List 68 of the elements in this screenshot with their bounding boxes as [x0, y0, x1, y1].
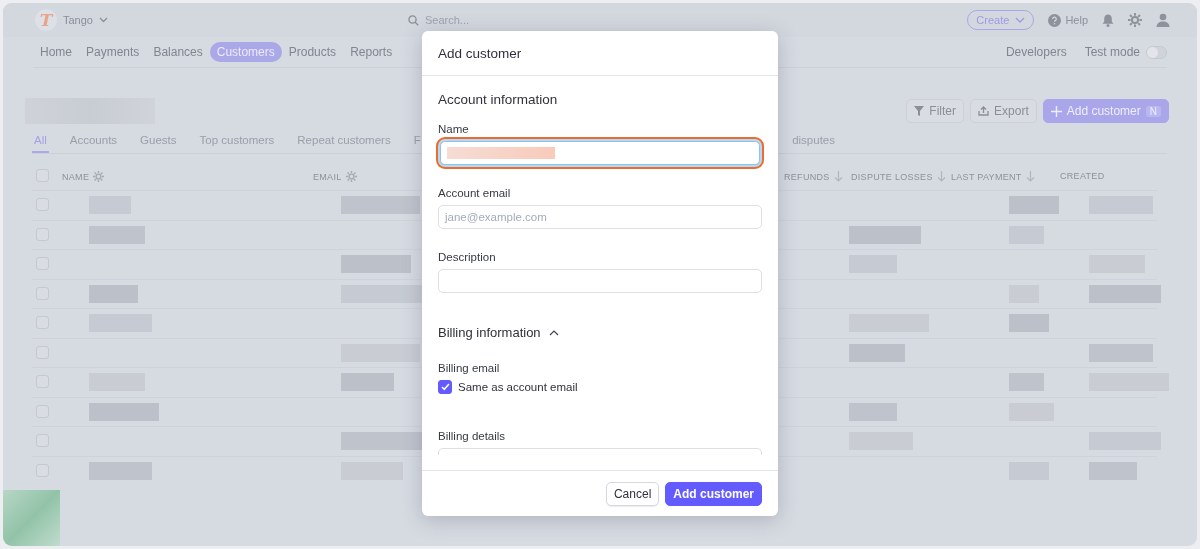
export-button[interactable]: Export [970, 99, 1037, 123]
blurred-text [341, 373, 394, 391]
nav-tab[interactable]: Reports [343, 42, 400, 62]
column-header: CREATED [1060, 171, 1105, 181]
plus-icon [1050, 105, 1062, 117]
account-name[interactable]: Tango [63, 14, 93, 26]
section-toggle[interactable]: Billing information [438, 325, 559, 340]
cancel-button[interactable]: Cancel [605, 481, 660, 506]
field-label: Name [438, 123, 470, 135]
chevron-down-icon[interactable] [99, 17, 108, 23]
nav-tab[interactable]: Payments [79, 42, 147, 62]
settings-icon[interactable] [93, 171, 105, 182]
customer-list-tab[interactable]: Repeat customers [295, 131, 393, 151]
checkbox[interactable] [438, 380, 452, 394]
test-mode-label: Test mode [1084, 45, 1140, 59]
field-label: Description [438, 251, 497, 263]
blurred-text [89, 284, 138, 303]
nav-tab[interactable]: Balances [146, 42, 210, 62]
dialog-title: Add customer [422, 31, 778, 76]
customer-list-tab[interactable]: All [32, 131, 49, 153]
sort-arrow-icon[interactable] [1025, 171, 1035, 182]
input-field[interactable]: jane@example.com [438, 205, 762, 229]
nav-tab[interactable]: Products [281, 42, 344, 62]
submit-button[interactable]: Add customer [665, 481, 762, 506]
blurred-text [1009, 196, 1059, 214]
blurred-text [849, 343, 905, 362]
export-icon [978, 106, 990, 116]
checkbox-label: Same as account email [458, 381, 578, 393]
blurred-text [849, 225, 921, 244]
customer-list-tab[interactable]: Top customers [197, 131, 277, 151]
customer-list-tab[interactable]: disputes [790, 131, 837, 151]
section-heading: Account information [438, 92, 559, 107]
filter-button[interactable]: Filter [906, 99, 965, 123]
logo[interactable]: T [35, 9, 57, 31]
blurred-text [89, 402, 159, 421]
chevron-down-icon [1015, 17, 1026, 23]
test-mode-toggle[interactable] [1146, 45, 1167, 59]
field-label: Billing email [438, 362, 501, 374]
filter-icon [914, 106, 925, 116]
customer-list-tab[interactable]: Guests [138, 131, 179, 151]
sort-arrow-icon[interactable] [833, 171, 843, 182]
developers-link[interactable]: Developers [1005, 45, 1067, 59]
input-field[interactable] [438, 448, 762, 455]
column-header: REFUNDS [784, 171, 830, 182]
blurred-text [341, 255, 412, 273]
bell-icon[interactable] [1102, 13, 1114, 27]
column-header: DISPUTE LOSSES [851, 171, 933, 182]
blurred-text [1089, 284, 1161, 303]
field-label: Billing details [438, 430, 507, 442]
nav-tab[interactable]: Home [33, 42, 79, 62]
customer-list-tab[interactable]: Accounts [67, 131, 120, 151]
settings-icon[interactable] [345, 171, 357, 182]
chevron-up-icon [548, 329, 559, 336]
help-icon [1048, 13, 1062, 27]
blurred-patch [3, 490, 60, 546]
column-header: LAST PAYMENT [951, 171, 1022, 182]
sort-arrow-icon[interactable] [936, 171, 946, 182]
search-icon [408, 14, 419, 26]
help-button[interactable]: Help [1048, 13, 1088, 27]
settings-icon[interactable] [1128, 13, 1142, 27]
field-label: Account email [438, 187, 512, 199]
blurred-text [1009, 314, 1049, 332]
customer-list-tab[interactable]: F [411, 131, 423, 151]
column-header: EMAIL [313, 171, 342, 182]
input-field[interactable] [438, 269, 762, 293]
user-icon[interactable] [1156, 13, 1170, 27]
nav-tab[interactable]: Customers [209, 42, 282, 62]
column-header: NAME [62, 171, 90, 182]
